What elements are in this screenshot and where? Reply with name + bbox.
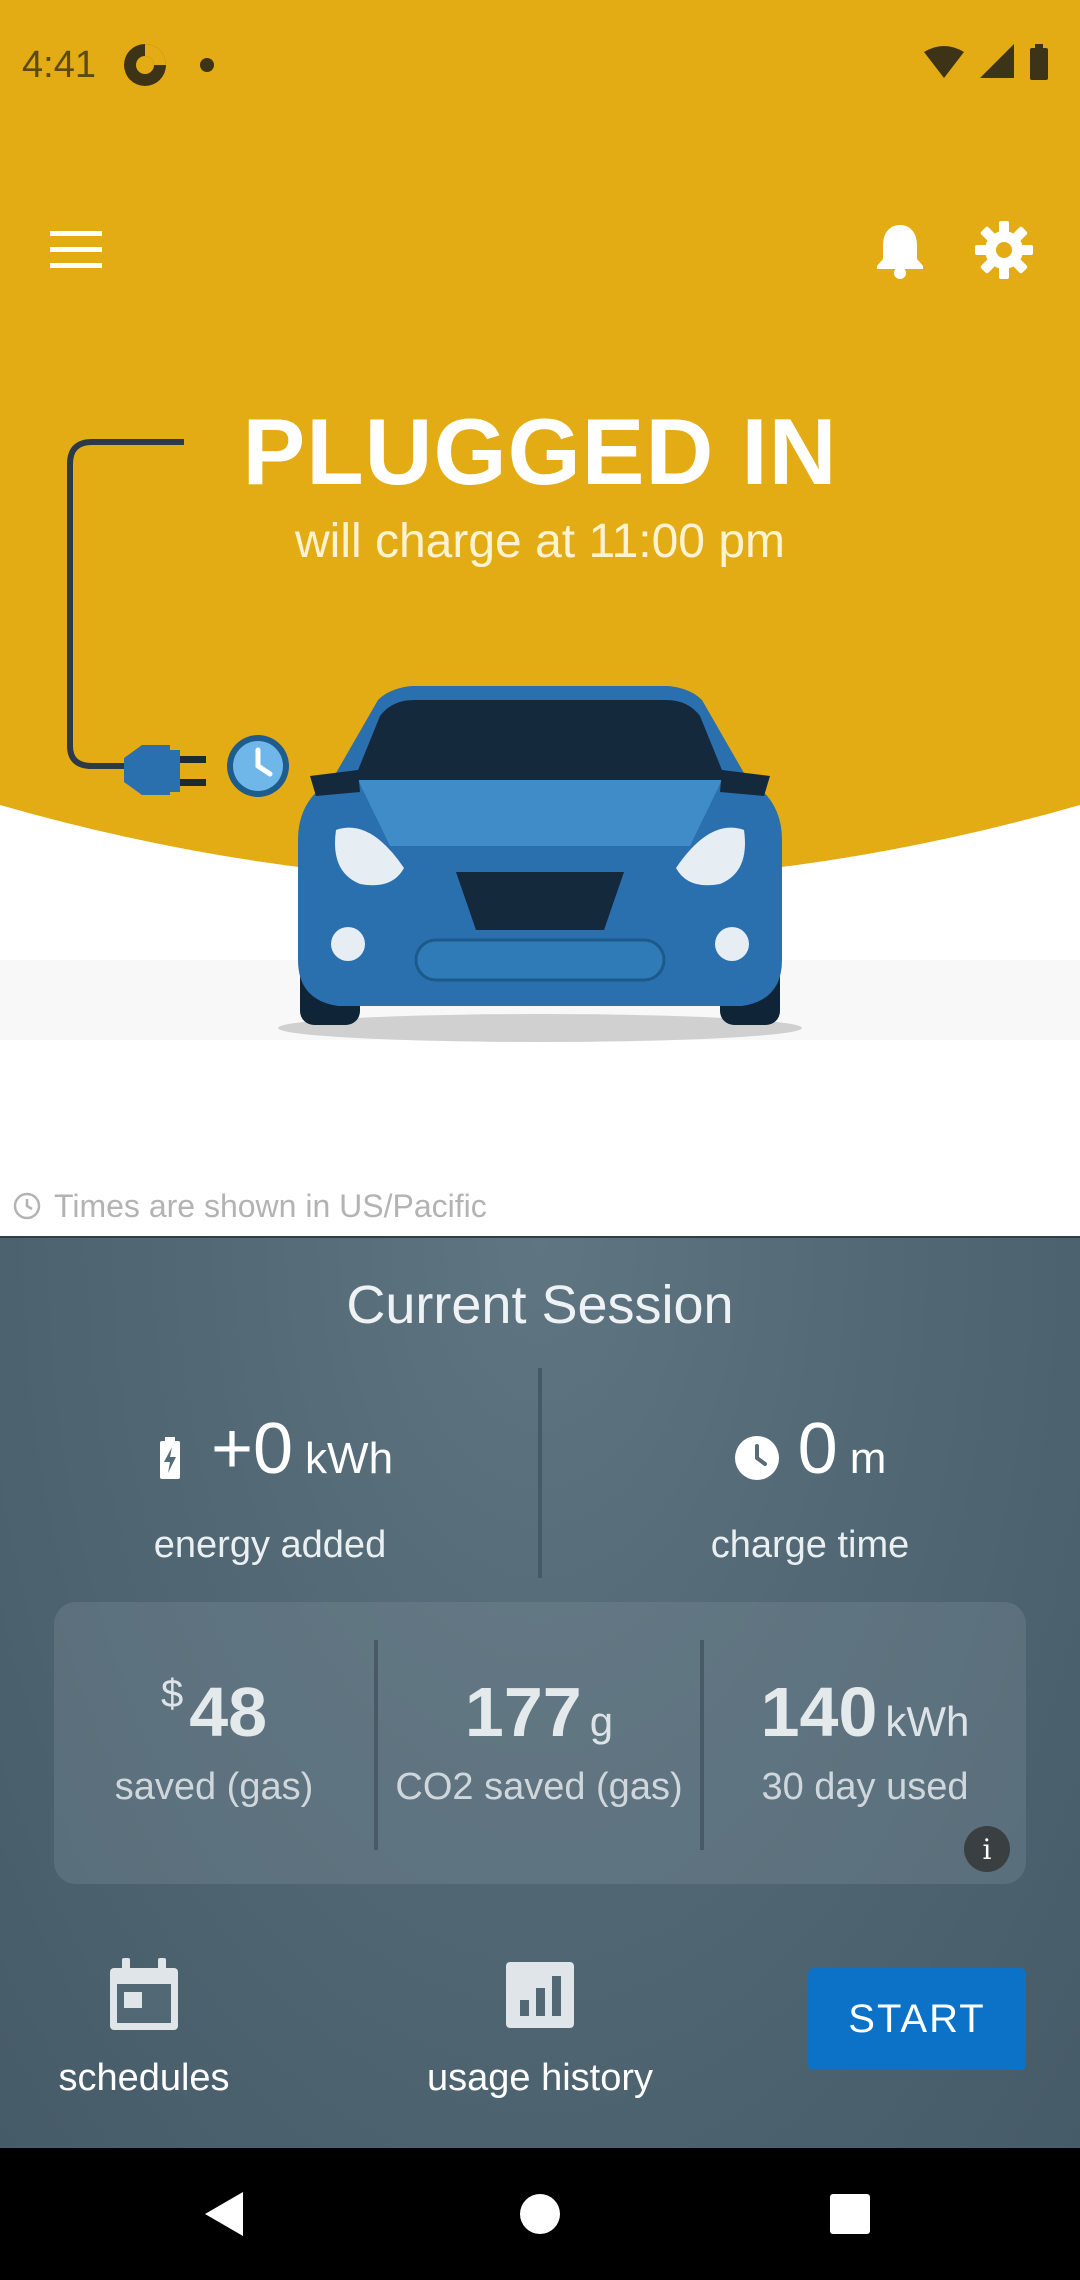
energy-added-value: +0 [210, 1409, 294, 1489]
clock-icon [734, 1436, 779, 1480]
charge-time-value: 0 [797, 1409, 838, 1489]
menu-button[interactable] [36, 210, 116, 290]
scheduled-clock-icon [227, 735, 289, 797]
schedules-label: schedules [58, 2057, 230, 2099]
energy-added-unit: kWh [305, 1434, 394, 1483]
co2-saved-stat: 177 g CO2 saved (gas) [378, 1672, 700, 1809]
money-saved-value: 48 [189, 1673, 268, 1751]
timezone-note: Times are shown in US/Pacific [12, 1186, 487, 1226]
status-bar: 4:41 [0, 0, 1080, 135]
usage-history-label: usage history [426, 2057, 653, 2099]
gear-icon [975, 221, 1033, 279]
charge-time-label: charge time [710, 1524, 910, 1566]
settings-button[interactable] [964, 210, 1044, 290]
plug-icon [124, 745, 206, 795]
energy-used-label: 30 day used [761, 1766, 969, 1808]
co2-saved-value: 177 [464, 1673, 582, 1751]
savings-card: $ 48 saved (gas) 177 g CO2 saved (gas) 1… [54, 1602, 1026, 1884]
charge-time-stat: 0 m charge time [540, 1408, 1080, 1567]
energy-added-label: energy added [153, 1524, 387, 1566]
energy-used-value: 140 [760, 1673, 878, 1751]
session-title: Current Session [346, 1275, 734, 1335]
cellular-signal-icon [980, 44, 1014, 78]
energy-used-stat: 140 kWh 30 day used [704, 1672, 1026, 1809]
bell-icon [877, 225, 923, 279]
usage-history-button[interactable]: usage history [410, 1958, 670, 2100]
info-icon[interactable]: i [964, 1826, 1010, 1872]
battery-icon [1030, 48, 1048, 80]
recent-apps-icon[interactable] [820, 2184, 880, 2244]
car-icon [298, 686, 782, 1025]
current-session-panel: Current Session +0 kWh energy added 0 m … [0, 1236, 1080, 2148]
app-notification-icon [124, 44, 166, 86]
money-saved-stat: $ 48 saved (gas) [54, 1672, 374, 1809]
calendar-icon [110, 1958, 178, 2030]
clock-outline-icon [13, 1192, 41, 1220]
wifi-icon [924, 46, 964, 78]
hamburger-menu-icon [50, 231, 102, 268]
bar-chart-icon [506, 1962, 574, 2028]
money-saved-label: saved (gas) [114, 1766, 314, 1808]
back-icon[interactable] [195, 2184, 255, 2244]
battery-charging-icon [159, 1437, 180, 1479]
energy-used-unit: kWh [885, 1698, 970, 1745]
energy-added-stat: +0 kWh energy added [0, 1408, 540, 1567]
notifications-button[interactable] [860, 210, 940, 290]
android-navigation-bar [0, 2148, 1080, 2280]
charge-time-unit: m [849, 1434, 887, 1483]
start-charging-button[interactable]: START [808, 1968, 1026, 2070]
system-status-icons [924, 44, 1048, 80]
schedules-button[interactable]: schedules [44, 1958, 244, 2100]
status-time: 4:41 [22, 44, 96, 86]
co2-saved-unit: g [589, 1698, 614, 1745]
charger-status-area: 4:41 PLUGGED IN will charge at 11:00 pm … [0, 0, 1080, 1236]
notification-dot-icon [200, 58, 214, 72]
home-icon[interactable] [510, 2184, 570, 2244]
car-plugged-in-illustration [67, 439, 802, 1042]
timezone-note-text: Times are shown in US/Pacific [54, 1187, 487, 1224]
money-saved-currency: $ [160, 1672, 184, 1716]
co2-saved-label: CO2 saved (gas) [395, 1766, 683, 1808]
